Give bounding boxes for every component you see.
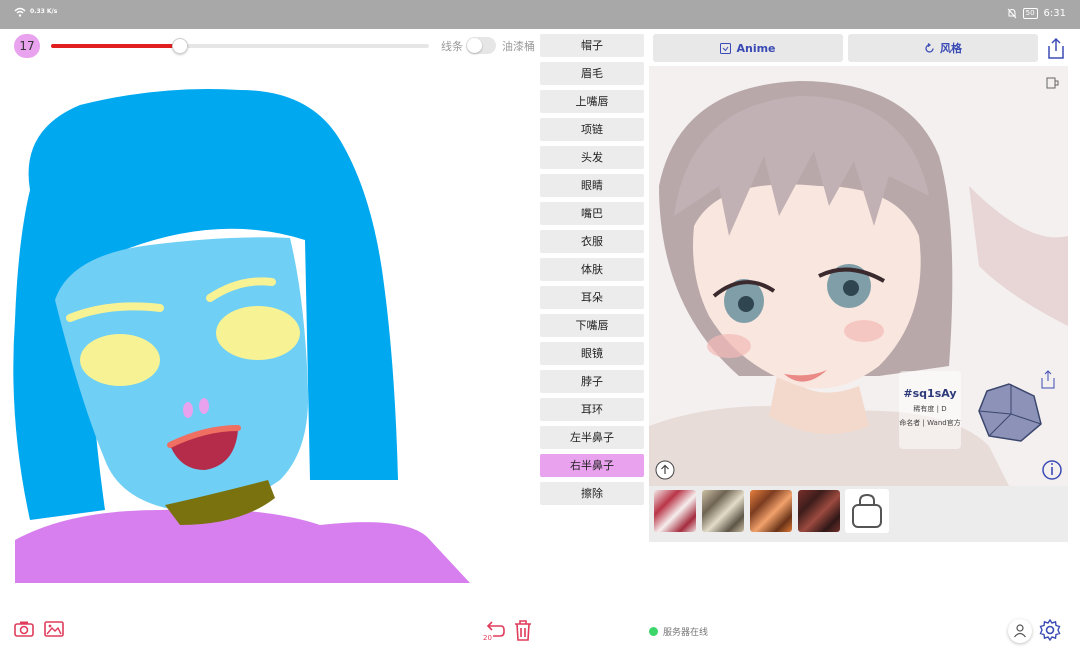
- shirt-shape: [15, 509, 470, 583]
- anime-icon: [720, 42, 732, 54]
- gear-icon[interactable]: [1038, 618, 1062, 642]
- part-button[interactable]: 上嘴唇: [540, 90, 644, 113]
- right-nose-shape: [199, 398, 209, 414]
- swatch-red-white[interactable]: [654, 490, 696, 532]
- anime-left-pupil: [738, 296, 754, 312]
- part-button[interactable]: 眼镜: [540, 342, 644, 365]
- part-button[interactable]: 帽子: [540, 34, 644, 57]
- part-button[interactable]: 耳环: [540, 398, 644, 421]
- right-eye-shape: [216, 306, 300, 360]
- left-nose-shape: [183, 402, 193, 418]
- result-code: #sq1sAy: [903, 387, 957, 400]
- part-button[interactable]: 右半鼻子: [540, 454, 644, 477]
- user-button[interactable]: [1008, 619, 1032, 643]
- anime-right-blush: [844, 320, 884, 342]
- anime-portrait: [649, 66, 1068, 486]
- battery-indicator: 50: [1022, 8, 1038, 19]
- undo-count: 20: [483, 634, 492, 642]
- part-button[interactable]: 眼睛: [540, 174, 644, 197]
- status-right: 50 6:31: [1007, 8, 1066, 19]
- part-button[interactable]: 耳朵: [540, 286, 644, 309]
- style-swatch-bar: [649, 486, 1068, 542]
- part-button[interactable]: 项链: [540, 118, 644, 141]
- part-button[interactable]: 体肤: [540, 258, 644, 281]
- slider-thumb[interactable]: [171, 38, 188, 54]
- bag-icon: [852, 493, 882, 528]
- network-speed: 0.33 K/s: [30, 8, 58, 15]
- style-button[interactable]: 风格: [848, 34, 1038, 62]
- anime-left-blush: [707, 334, 751, 358]
- gallery-icon[interactable]: [44, 620, 64, 638]
- undo-icon[interactable]: 20: [482, 618, 506, 642]
- brush-size-slider[interactable]: [51, 38, 429, 54]
- server-status: 服务器在线: [649, 625, 708, 638]
- online-status-dot: [649, 627, 658, 636]
- camera-icon[interactable]: [14, 620, 34, 638]
- part-button[interactable]: 擦除: [540, 482, 644, 505]
- bag-button[interactable]: [845, 489, 889, 533]
- part-button[interactable]: 衣服: [540, 230, 644, 253]
- mode-paint-bucket-label: 油漆桶: [502, 40, 535, 53]
- silent-bell-icon: [1007, 8, 1016, 19]
- slider-fill: [51, 44, 180, 48]
- clock: 6:31: [1043, 8, 1066, 19]
- brush-controls: 17 线条 油漆桶: [14, 34, 538, 58]
- result-rarity: 稀有度 | D: [913, 405, 947, 413]
- anime-label: Anime: [736, 41, 776, 55]
- result-namer: 命名者 | Wand官方: [899, 419, 961, 427]
- user-icon: [1014, 624, 1026, 638]
- anime-right-pupil: [843, 280, 859, 296]
- trash-icon[interactable]: [512, 618, 534, 642]
- part-button[interactable]: 下嘴唇: [540, 314, 644, 337]
- swatch-beige[interactable]: [702, 490, 744, 532]
- toggle-knob: [467, 38, 482, 53]
- top-actions: Anime 风格: [653, 34, 1068, 62]
- status-bar: 0.33 K/s 50 6:31: [0, 0, 1080, 29]
- style-label: 风格: [940, 42, 962, 55]
- parts-list: 帽子眉毛上嘴唇项链头发眼睛嘴巴衣服体肤耳朵下嘴唇眼镜脖子耳环左半鼻子右半鼻子擦除: [540, 34, 644, 510]
- generated-result[interactable]: #sq1sAy 稀有度 | D 命名者 | Wand官方: [649, 66, 1068, 486]
- part-button[interactable]: 眉毛: [540, 62, 644, 85]
- result-info-card: #sq1sAy 稀有度 | D 命名者 | Wand官方: [899, 371, 961, 449]
- server-status-label: 服务器在线: [663, 628, 709, 638]
- part-button[interactable]: 脖子: [540, 370, 644, 393]
- status-left: 0.33 K/s: [14, 7, 57, 17]
- wifi-icon: [14, 7, 26, 17]
- paint-bucket-toggle[interactable]: [466, 37, 496, 54]
- part-button[interactable]: 嘴巴: [540, 202, 644, 225]
- share-icon[interactable]: [1045, 36, 1067, 60]
- brush-size-badge: 17: [14, 34, 40, 58]
- sketch-drawing: [13, 89, 470, 583]
- swatch-orange[interactable]: [750, 490, 792, 532]
- mode-line-label: 线条: [441, 40, 463, 53]
- refresh-icon: [925, 42, 934, 53]
- anime-button[interactable]: Anime: [653, 34, 843, 62]
- swatch-dark-red[interactable]: [798, 490, 840, 532]
- bottom-left-tools: [14, 620, 64, 638]
- part-button[interactable]: 头发: [540, 146, 644, 169]
- left-eye-shape: [80, 334, 160, 386]
- drawing-canvas[interactable]: [10, 70, 530, 590]
- part-button[interactable]: 左半鼻子: [540, 426, 644, 449]
